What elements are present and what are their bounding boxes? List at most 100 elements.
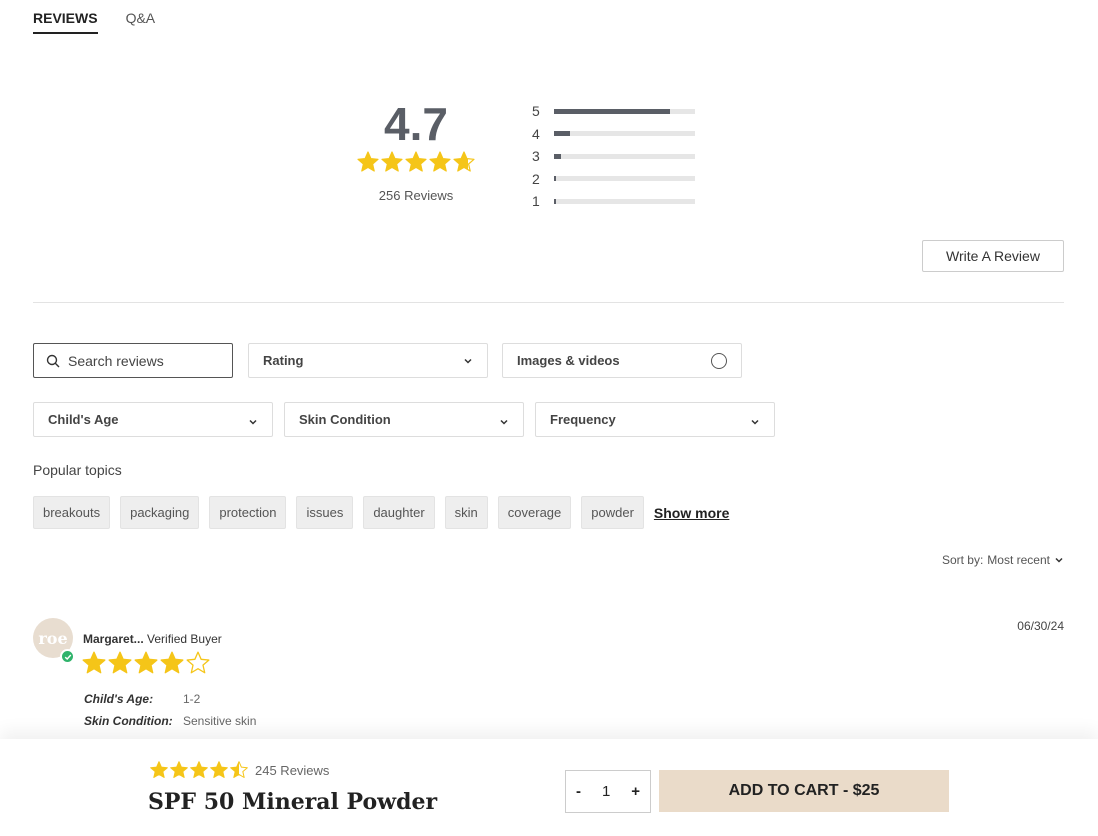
- rating-distribution: 5 4 3 2 1: [532, 100, 695, 213]
- sticky-review-count[interactable]: 245 Reviews: [255, 763, 329, 778]
- distribution-row[interactable]: 4: [532, 123, 695, 146]
- distribution-bar-fill: [554, 153, 562, 159]
- distribution-bar-fill: [554, 176, 556, 182]
- review-tabs: REVIEWS Q&A: [33, 10, 155, 34]
- distribution-label: 3: [532, 148, 540, 165]
- star-filled-icon: [160, 651, 184, 674]
- topic-chip[interactable]: skin: [444, 496, 488, 529]
- review-attribute: Skin Condition: Sensitive skin: [84, 714, 256, 728]
- distribution-bar-track: [554, 131, 695, 137]
- show-more-link[interactable]: Show more: [654, 505, 729, 521]
- star-filled-icon: [357, 151, 379, 172]
- distribution-bar-track: [554, 153, 695, 159]
- star-filled-icon: [381, 151, 403, 172]
- childs-age-label: Child's Age: [48, 412, 119, 427]
- images-videos-filter[interactable]: Images & videos: [502, 343, 742, 378]
- popular-topics: breakouts packaging protection issues da…: [33, 496, 729, 529]
- star-filled-icon: [405, 151, 427, 172]
- rating-filter[interactable]: Rating: [248, 343, 488, 378]
- reviewer-name: Margaret...: [83, 632, 144, 646]
- topic-chip[interactable]: protection: [209, 496, 287, 529]
- skin-condition-label: Skin Condition: [299, 412, 391, 427]
- quantity-value[interactable]: 1: [602, 783, 610, 800]
- sort-dropdown[interactable]: Sort by: Most recent: [942, 553, 1064, 567]
- sticky-cart-bar: 245 Reviews SPF 50 Mineral Powder - 1 + …: [0, 739, 1098, 836]
- tab-qa[interactable]: Q&A: [126, 10, 156, 34]
- distribution-row[interactable]: 2: [532, 168, 695, 191]
- sticky-rating: 245 Reviews: [149, 760, 329, 780]
- distribution-row[interactable]: 3: [532, 145, 695, 168]
- frequency-label: Frequency: [550, 412, 616, 427]
- sort-value: Most recent: [987, 553, 1050, 567]
- distribution-bar-fill: [554, 131, 570, 137]
- attribute-value: Sensitive skin: [183, 714, 257, 728]
- rating-summary: 4.7 256 Reviews: [355, 98, 477, 203]
- chevron-down-icon: [464, 358, 472, 364]
- tab-reviews[interactable]: REVIEWS: [33, 10, 98, 34]
- star-filled-icon: [150, 761, 168, 778]
- chevron-down-icon: [751, 419, 759, 425]
- star-half-icon: [453, 151, 475, 172]
- average-rating: 4.7: [384, 98, 448, 150]
- product-name: SPF 50 Mineral Powder: [148, 789, 438, 815]
- total-reviews: 256 Reviews: [378, 188, 454, 203]
- star-filled-icon: [134, 651, 158, 674]
- images-videos-radio[interactable]: [711, 352, 727, 369]
- review-stars: [81, 650, 211, 676]
- star-filled-icon: [82, 651, 106, 674]
- frequency-filter[interactable]: Frequency: [535, 402, 775, 437]
- distribution-row[interactable]: 1: [532, 190, 695, 213]
- distribution-label: 2: [532, 170, 540, 187]
- verified-check-icon: [60, 649, 75, 664]
- topic-chip[interactable]: issues: [296, 496, 354, 529]
- distribution-label: 1: [532, 193, 540, 210]
- attribute-key: Child's Age:: [84, 692, 154, 706]
- search-icon: [46, 354, 60, 367]
- search-input[interactable]: [68, 352, 218, 369]
- quantity-decrease-button[interactable]: -: [576, 783, 581, 800]
- distribution-bar-track: [554, 198, 695, 204]
- distribution-row[interactable]: 5: [532, 100, 695, 123]
- star-empty-icon: [186, 651, 210, 674]
- search-box[interactable]: [33, 343, 233, 378]
- distribution-bar-fill: [554, 198, 556, 204]
- distribution-label: 4: [532, 125, 540, 142]
- chevron-down-icon: [249, 419, 257, 425]
- verified-buyer-badge: Verified Buyer: [147, 632, 222, 646]
- attribute-value: 1-2: [183, 692, 201, 706]
- topic-chip[interactable]: coverage: [497, 496, 572, 529]
- images-videos-label: Images & videos: [517, 353, 620, 368]
- reviewer-info: Margaret... Verified Buyer: [83, 632, 222, 646]
- attribute-key: Skin Condition:: [84, 714, 173, 728]
- average-stars: [355, 150, 477, 174]
- distribution-bar-track: [554, 108, 695, 114]
- distribution-bar-fill: [554, 108, 670, 114]
- review-attribute: Child's Age: 1-2: [84, 692, 200, 706]
- topic-chip[interactable]: packaging: [120, 496, 200, 529]
- star-filled-icon: [210, 761, 228, 778]
- skin-condition-filter[interactable]: Skin Condition: [284, 402, 524, 437]
- sticky-stars: [149, 760, 249, 780]
- star-filled-icon: [429, 151, 451, 172]
- write-review-button[interactable]: Write A Review: [922, 240, 1064, 272]
- star-half-icon: [230, 761, 248, 778]
- quantity-stepper: - 1 +: [565, 770, 651, 813]
- distribution-bar-track: [554, 176, 695, 182]
- review-date: 06/30/24: [1017, 619, 1064, 633]
- topic-chip[interactable]: breakouts: [33, 496, 111, 529]
- divider: [33, 302, 1064, 303]
- topic-chip[interactable]: powder: [581, 496, 644, 529]
- childs-age-filter[interactable]: Child's Age: [33, 402, 273, 437]
- chevron-down-icon: [1055, 557, 1063, 563]
- topic-chip[interactable]: daughter: [363, 496, 435, 529]
- rating-filter-label: Rating: [263, 353, 304, 368]
- star-filled-icon: [190, 761, 208, 778]
- chevron-down-icon: [500, 419, 508, 425]
- star-filled-icon: [108, 651, 132, 674]
- star-filled-icon: [170, 761, 188, 778]
- quantity-increase-button[interactable]: +: [631, 783, 640, 800]
- add-to-cart-button[interactable]: ADD TO CART - $25: [659, 770, 949, 812]
- distribution-label: 5: [532, 103, 540, 120]
- popular-topics-label: Popular topics: [33, 462, 122, 478]
- sort-label: Sort by:: [941, 553, 984, 567]
